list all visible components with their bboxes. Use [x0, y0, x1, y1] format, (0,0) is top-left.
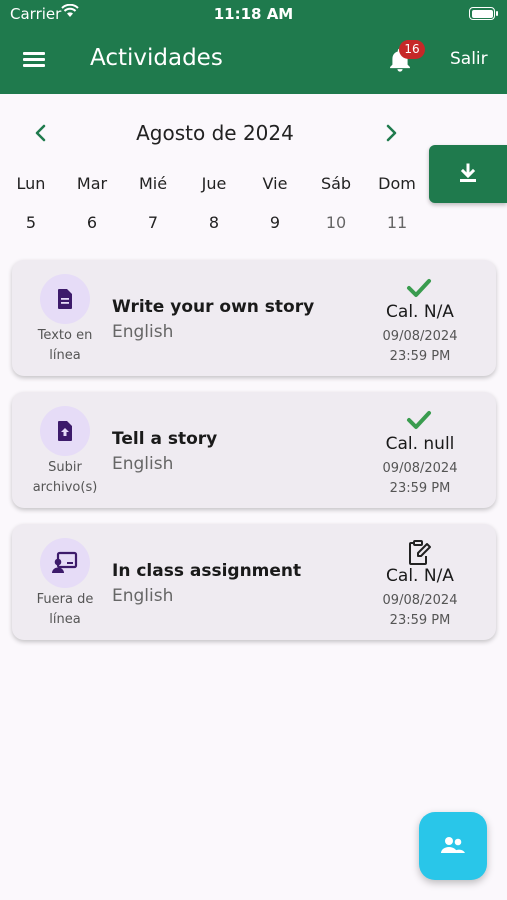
presentation-icon	[52, 551, 78, 573]
date-cell[interactable]: 10	[306, 213, 366, 232]
weekday-label: Sáb	[320, 174, 352, 193]
activity-card[interactable]: Fuera de línea In class assignment Engli…	[12, 524, 496, 640]
activity-subject: English	[112, 454, 174, 474]
activity-card[interactable]: Subir archivo(s) Tell a story English Ca…	[12, 392, 496, 508]
activity-grade: Cal. null	[385, 434, 455, 454]
check-icon	[405, 406, 433, 434]
battery-icon	[469, 7, 498, 20]
month-title: Agosto de 2024	[136, 121, 294, 145]
download-icon	[460, 163, 476, 182]
clipboard-edit-icon	[405, 538, 433, 566]
weekday-label: Dom	[378, 174, 416, 193]
activity-subject: English	[112, 322, 174, 342]
status-bar: Carrier 11:18 AM	[0, 0, 507, 28]
due-date: 09/08/2024	[382, 329, 458, 344]
weekday-label: Mié	[138, 174, 168, 193]
due-date: 09/08/2024	[382, 593, 458, 608]
weekday-label: Mar	[76, 174, 108, 193]
weekday-label: Jue	[201, 174, 227, 193]
weekday-label: Vie	[262, 174, 288, 193]
date-cell[interactable]: 9	[245, 213, 305, 232]
date-cell[interactable]: 7	[123, 213, 183, 232]
status-time: 11:18 AM	[213, 5, 294, 23]
date-cell[interactable]: 8	[184, 213, 244, 232]
download-button[interactable]	[429, 145, 507, 203]
date-cell[interactable]: 6	[62, 213, 122, 232]
group-button[interactable]	[419, 812, 487, 880]
activity-type-label: Texto en línea	[37, 328, 93, 363]
page-title: Actividades	[90, 45, 223, 71]
activity-type-label: Subir archivo(s)	[32, 460, 98, 495]
activity-grade: Cal. N/A	[386, 302, 454, 322]
activity-subject: English	[112, 586, 174, 606]
chevron-right-icon[interactable]	[380, 122, 402, 144]
menu-icon[interactable]	[22, 49, 48, 71]
due-time: 23:59 PM	[389, 481, 451, 496]
activity-title: In class assignment	[112, 561, 302, 581]
activity-grade: Cal. N/A	[386, 566, 454, 586]
due-time: 23:59 PM	[389, 613, 451, 628]
activity-title: Tell a story	[112, 429, 218, 449]
group-icon	[441, 837, 465, 853]
dates-row: 5 6 7 8 9 10 11	[0, 213, 430, 235]
upload-file-icon	[58, 421, 72, 441]
due-time: 23:59 PM	[389, 349, 451, 364]
weekday-label: Lun	[16, 174, 46, 193]
activity-title: Write your own story	[112, 297, 315, 317]
document-icon	[58, 289, 72, 309]
notification-badge: 16	[399, 40, 425, 59]
activity-type-badge	[40, 538, 90, 588]
activity-card[interactable]: Texto en línea Write your own story Engl…	[12, 260, 496, 376]
date-cell[interactable]: 5	[1, 213, 61, 232]
activity-type-label: Fuera de línea	[36, 592, 94, 627]
app-header: Carrier 11:18 AM Actividades 16 Salir	[0, 0, 507, 94]
check-icon	[405, 274, 433, 302]
date-cell[interactable]: 11	[367, 213, 427, 232]
activity-type-badge	[40, 406, 90, 456]
activity-type-badge	[40, 274, 90, 324]
logout-button[interactable]: Salir	[450, 49, 488, 69]
due-date: 09/08/2024	[382, 461, 458, 476]
weekday-row: Lun Mar Mié Jue Vie Sáb Dom	[0, 174, 430, 196]
